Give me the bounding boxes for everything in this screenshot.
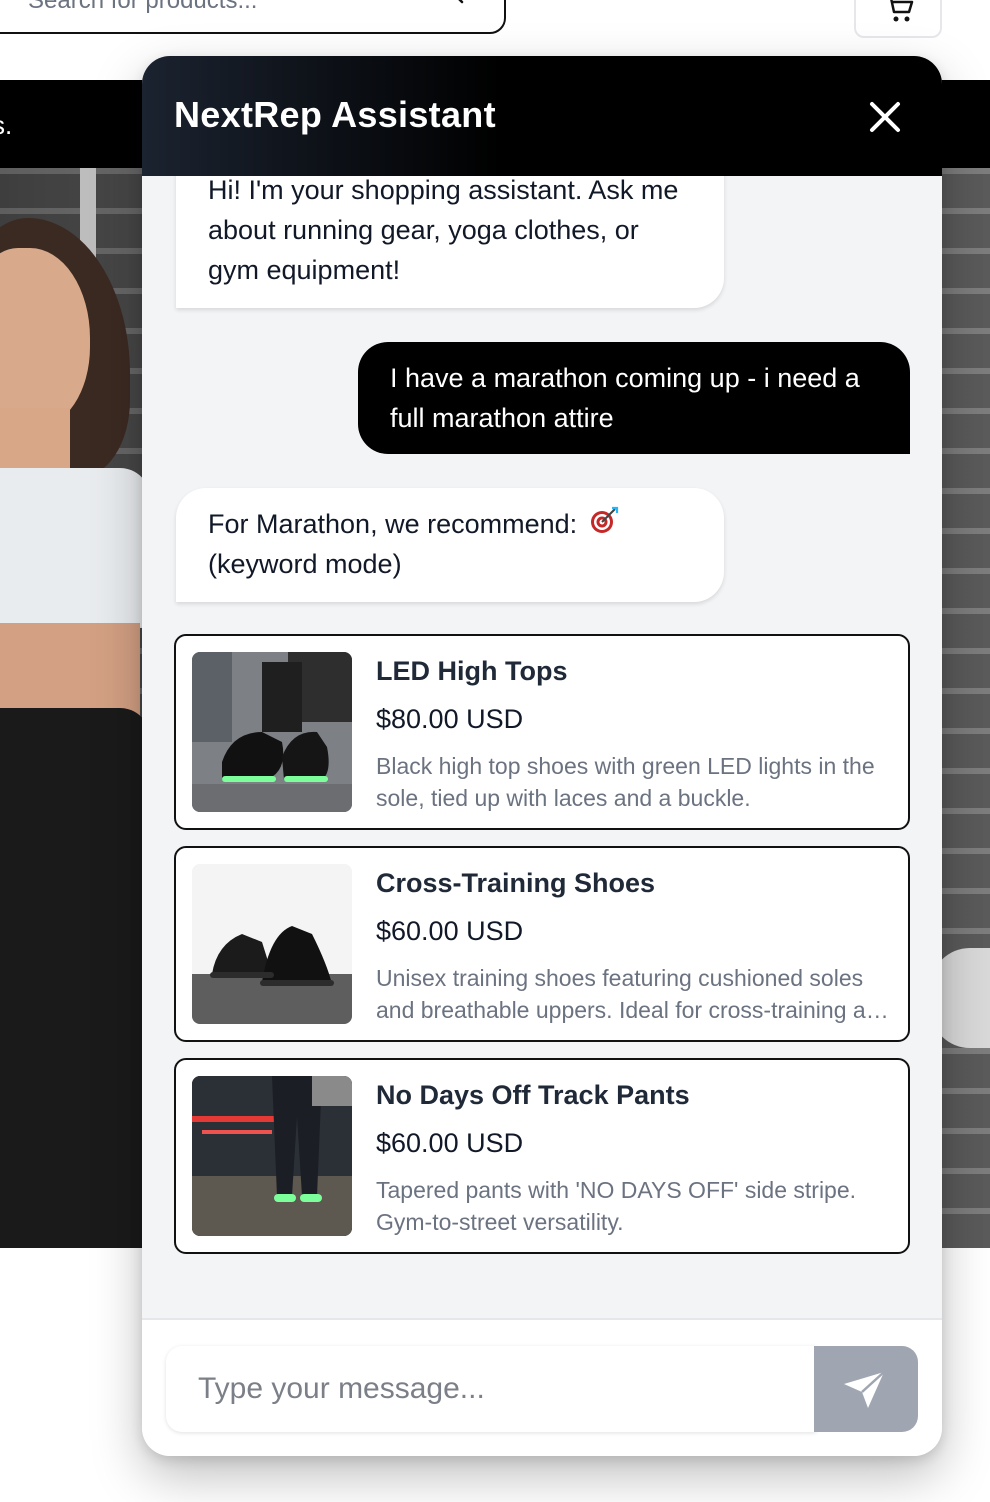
chat-header: NextRep Assistant (142, 56, 942, 176)
product-image (192, 864, 352, 1024)
product-card[interactable]: Cross-Training Shoes $60.00 USD Unisex t… (174, 846, 910, 1042)
product-name: LED High Tops (376, 656, 568, 686)
close-icon (870, 102, 900, 132)
led-high-tops-photo (192, 652, 352, 812)
chat-title: NextRep Assistant (174, 94, 496, 135)
user-message: I have a marathon coming up - i need a f… (358, 342, 910, 454)
bot-reply-mode: (keyword mode) (208, 549, 402, 579)
product-name: No Days Off Track Pants (376, 1080, 690, 1110)
product-price: $60.00 USD (376, 916, 524, 946)
product-price: $80.00 USD (376, 704, 524, 734)
product-price: $60.00 USD (376, 1128, 524, 1158)
hero-model-leggings (0, 708, 150, 1248)
product-description: Black high top shoes with green LED ligh… (376, 753, 875, 811)
bot-reply-message: For Marathon, we recommend: (keyword mod… (176, 488, 724, 602)
bot-greeting-message: Hi! I'm your shopping assistant. Ask me … (176, 176, 724, 308)
target-icon (590, 506, 618, 533)
product-card[interactable]: No Days Off Track Pants $60.00 USD Taper… (174, 1058, 910, 1254)
search-input[interactable] (28, 0, 428, 18)
cart-button[interactable] (854, 0, 942, 38)
product-image (192, 1076, 352, 1236)
product-card[interactable]: LED High Tops $80.00 USD Black high top … (174, 634, 910, 830)
send-button[interactable] (814, 1346, 918, 1432)
search-icon[interactable] (438, 0, 464, 4)
product-description: Unisex training shoes featuring cushione… (376, 965, 892, 1023)
close-button[interactable] (860, 92, 910, 142)
product-image (192, 652, 352, 812)
track-pants-photo (192, 1076, 352, 1236)
chat-widget: NextRep Assistant Hi! I'm your shopping … (142, 56, 942, 1456)
chat-messages[interactable]: Hi! I'm your shopping assistant. Ask me … (142, 176, 942, 1318)
cross-training-shoes-photo (192, 864, 352, 1024)
message-input[interactable] (166, 1346, 816, 1432)
chat-input-area (142, 1318, 942, 1456)
hero-model-sports-bra (0, 468, 150, 628)
announcement-text: s. (0, 110, 13, 140)
search-box[interactable] (0, 0, 506, 34)
send-icon (844, 1371, 885, 1408)
product-description: Tapered pants with 'NO DAYS OFF' side st… (376, 1177, 857, 1235)
bot-reply-text: For Marathon, we recommend: (208, 509, 578, 539)
product-name: Cross-Training Shoes (376, 868, 656, 898)
cart-icon (890, 0, 914, 22)
